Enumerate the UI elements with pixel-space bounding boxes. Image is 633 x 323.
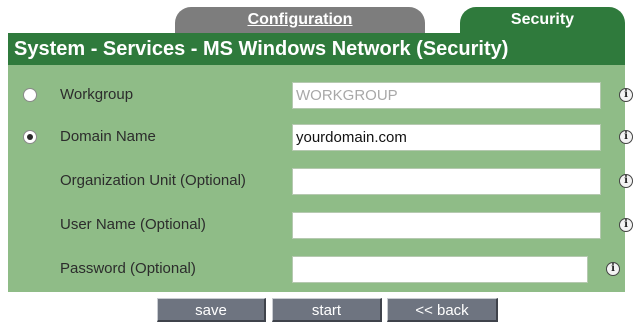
tab-security-label[interactable]: Security xyxy=(511,11,574,28)
tab-configuration-label[interactable]: Configuration xyxy=(248,11,353,28)
workgroup-row: Workgroup i xyxy=(8,74,633,116)
domain-name-label: Domain Name xyxy=(60,128,156,145)
user-name-label: User Name (Optional) xyxy=(60,216,206,233)
workgroup-radio[interactable] xyxy=(23,88,37,102)
user-name-field[interactable] xyxy=(292,212,601,239)
workgroup-info-icon[interactable]: i xyxy=(619,88,633,102)
workgroup-field[interactable] xyxy=(292,82,601,109)
save-button[interactable]: save xyxy=(157,298,266,322)
security-form: Workgroup i Domain Name i Organization U… xyxy=(8,65,633,292)
domain-name-field[interactable] xyxy=(292,124,601,151)
domain-name-info-icon[interactable]: i xyxy=(619,130,633,144)
organization-unit-label: Organization Unit (Optional) xyxy=(60,172,246,189)
user-name-row: User Name (Optional) i xyxy=(8,204,633,246)
domain-name-radio[interactable] xyxy=(23,130,37,144)
page-title: System - Services - MS Windows Network (… xyxy=(8,33,625,65)
password-label: Password (Optional) xyxy=(60,260,196,277)
organization-unit-info-icon[interactable]: i xyxy=(619,174,633,188)
organization-unit-field[interactable] xyxy=(292,168,601,195)
password-info-icon[interactable]: i xyxy=(606,262,620,276)
password-row: Password (Optional) i xyxy=(8,248,625,290)
back-button[interactable]: << back xyxy=(387,298,498,322)
start-button[interactable]: start xyxy=(272,298,382,322)
domain-name-row: Domain Name i xyxy=(8,116,633,158)
page: Configuration Security System - Services… xyxy=(0,0,633,323)
user-name-info-icon[interactable]: i xyxy=(619,218,633,232)
radio-selected-dot xyxy=(27,134,33,140)
organization-unit-row: Organization Unit (Optional) i xyxy=(8,160,633,202)
password-field[interactable] xyxy=(292,256,588,283)
workgroup-label: Workgroup xyxy=(60,86,134,103)
